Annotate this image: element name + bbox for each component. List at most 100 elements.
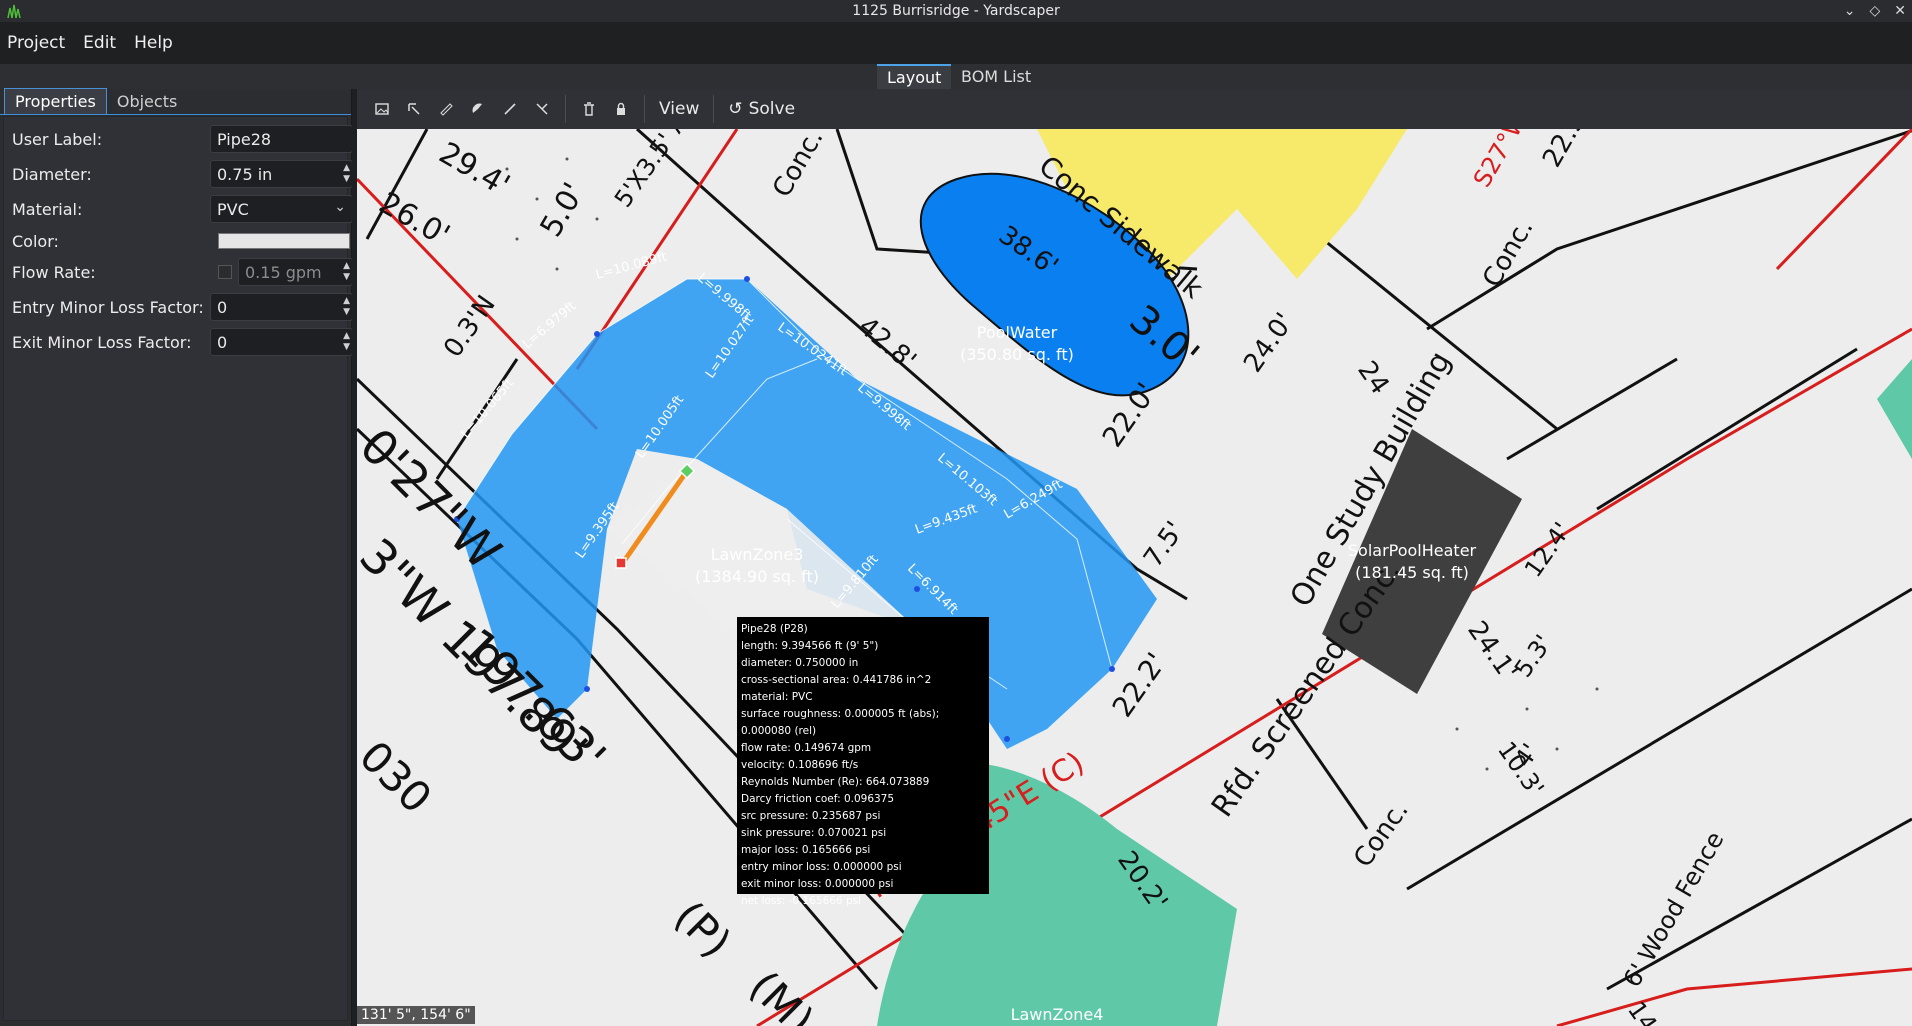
solve-button[interactable]: ↺ Solve <box>722 99 801 119</box>
spin-arrows-icon[interactable]: ▲ ▼ <box>343 163 350 185</box>
tooltip-line: major loss: 0.165666 psi <box>741 844 871 856</box>
toolbar-separator <box>713 95 715 123</box>
svg-text:5'X3.5' A/C: 5'X3.5' A/C <box>609 129 708 212</box>
entry-minor-loss-spinbox[interactable]: 0 ▲ ▼ <box>210 293 353 321</box>
exit-minor-loss-spinbox[interactable]: 0 ▲ ▼ <box>210 328 353 356</box>
svg-text:5.0': 5.0' <box>534 177 592 243</box>
svg-text:(P): (P) <box>665 891 741 967</box>
svg-text:LawnZone3: LawnZone3 <box>711 545 804 564</box>
split-pipe-icon[interactable] <box>527 94 557 124</box>
svg-text:Conc.: Conc. <box>1348 796 1415 873</box>
user-label-input[interactable]: Pipe28 <box>210 125 353 153</box>
trash-icon[interactable] <box>574 94 604 124</box>
svg-text:LawnZone4: LawnZone4 <box>1011 1005 1104 1024</box>
tab-properties[interactable]: Properties <box>4 88 107 114</box>
tooltip-line: exit minor loss: 0.000000 psi <box>741 878 894 890</box>
layout-canvas[interactable]: 26.0' 29.4' 5.0' 5'X3.5' A/C Conc. 38.6'… <box>357 129 1912 1026</box>
material-value: PVC <box>217 199 249 219</box>
svg-text:29.4': 29.4' <box>433 136 515 204</box>
refresh-icon: ↺ <box>728 99 743 119</box>
color-swatch-button[interactable] <box>218 233 350 249</box>
app-grass-icon <box>7 4 21 19</box>
tooltip-line: Pipe28 (P28) <box>741 623 808 635</box>
sprinkler-icon[interactable] <box>463 94 493 124</box>
measure-icon[interactable] <box>431 94 461 124</box>
tooltip-line: net loss: -0.165666 psi <box>741 895 862 907</box>
svg-text:PoolWater: PoolWater <box>977 323 1058 342</box>
close-icon[interactable]: ✕ <box>1894 3 1906 19</box>
properties-panel: Properties Objects User Label: Pipe28 Di… <box>0 88 353 1026</box>
green-zone-edge[interactable] <box>1877 359 1912 459</box>
svg-text:14: 14 <box>1622 996 1662 1026</box>
pipe-info-tooltip: Pipe28 (P28) length: 9.394566 ft (9' 5")… <box>737 617 989 907</box>
svg-text:S27°W: S27°W <box>1468 129 1533 192</box>
tooltip-line: surface roughness: 0.000005 ft (abs); 0.… <box>741 708 940 737</box>
flow-rate-label: Flow Rate: <box>12 262 96 282</box>
spin-arrows-icon[interactable]: ▲ ▼ <box>343 331 350 353</box>
lock-icon[interactable] <box>606 94 636 124</box>
diameter-value: 0.75 in <box>217 164 273 184</box>
svg-text:12.4': 12.4' <box>1519 517 1576 582</box>
svg-text:L=6.979ft: L=6.979ft <box>520 299 579 352</box>
exit-minor-loss-value: 0 <box>217 332 228 352</box>
cursor-coordinates: 131' 5", 154' 6" <box>357 1006 475 1024</box>
svg-text:(350.80 sq. ft): (350.80 sq. ft) <box>960 345 1074 364</box>
menu-project[interactable]: Project <box>7 33 65 53</box>
tooltip-line: sink pressure: 0.070021 psi <box>741 827 887 839</box>
exit-minor-loss-label: Exit Minor Loss Factor: <box>12 332 192 352</box>
tab-objects[interactable]: Objects <box>107 89 187 114</box>
minimize-icon[interactable]: ⌄ <box>1844 3 1856 19</box>
window-title: 1125 Burrisridge - Yardscaper <box>852 3 1060 19</box>
tooltip-line: cross-sectional area: 0.441786 in^2 <box>741 674 932 686</box>
spin-arrows-icon[interactable]: ▲ ▼ <box>343 261 350 283</box>
svg-text:22.5': 22.5' <box>1537 129 1596 173</box>
tooltip-line: length: 9.394566 ft (9' 5") <box>741 640 879 652</box>
flow-rate-value: 0.15 gpm <box>245 262 322 282</box>
svg-text:26.0': 26.0' <box>373 186 455 254</box>
tooltip-line: flow rate: 0.149674 gpm <box>741 742 872 754</box>
main-tab-bar: Layout BOM List <box>0 64 1912 89</box>
diameter-label: Diameter: <box>12 164 92 184</box>
menu-bar: Project Edit Help <box>0 22 1912 64</box>
maximize-icon[interactable]: ◇ <box>1869 3 1880 19</box>
diameter-spinbox[interactable]: 0.75 in ▲ ▼ <box>210 160 353 188</box>
svg-text:24.0': 24.0' <box>1238 308 1300 378</box>
svg-text:0.3'N: 0.3'N <box>438 290 502 363</box>
svg-text:6' Wood Fence: 6' Wood Fence <box>1618 827 1729 992</box>
pipe-end-handle-red[interactable] <box>615 557 627 569</box>
select-region-icon[interactable] <box>399 94 429 124</box>
svg-text:5.3': 5.3' <box>1509 630 1558 683</box>
svg-text:L=10.065ft: L=10.065ft <box>459 376 517 442</box>
line-icon[interactable] <box>495 94 525 124</box>
material-label: Material: <box>12 199 83 219</box>
tooltip-line: Reynolds Number (Re): 664.073889 <box>741 776 930 788</box>
svg-text:SolarPoolHeater: SolarPoolHeater <box>1348 541 1477 560</box>
entry-minor-loss-label: Entry Minor Loss Factor: <box>12 297 204 317</box>
image-icon[interactable] <box>367 94 397 124</box>
color-label: Color: <box>12 231 59 251</box>
tooltip-line: material: PVC <box>741 691 813 703</box>
menu-edit[interactable]: Edit <box>83 33 116 53</box>
material-select[interactable]: PVC ⌄ <box>210 195 353 223</box>
svg-text:L=10.089ft: L=10.089ft <box>594 249 668 282</box>
tooltip-line: src pressure: 0.235687 psi <box>741 810 881 822</box>
svg-text:(1384.90 sq. ft): (1384.90 sq. ft) <box>695 567 819 586</box>
tooltip-line: entry minor loss: 0.000000 psi <box>741 861 902 873</box>
toolbar-separator <box>644 95 645 123</box>
svg-text:Conc.: Conc. <box>1477 214 1540 292</box>
toolbar-separator <box>565 95 566 123</box>
spin-arrows-icon[interactable]: ▲ ▼ <box>343 296 350 318</box>
title-bar: 1125 Burrisridge - Yardscaper ⌄ ◇ ✕ <box>0 0 1912 22</box>
tooltip-line: diameter: 0.750000 in <box>741 657 859 669</box>
entry-minor-loss-value: 0 <box>217 297 228 317</box>
svg-text:7.5': 7.5' <box>1138 516 1190 573</box>
layout-toolbar: View ↺ Solve <box>357 89 1912 129</box>
flow-rate-checkbox[interactable] <box>218 265 232 279</box>
site-plan[interactable]: 26.0' 29.4' 5.0' 5'X3.5' A/C Conc. 38.6'… <box>357 129 1912 1026</box>
view-button[interactable]: View <box>653 99 705 119</box>
svg-text:42.8': 42.8' <box>853 311 922 376</box>
tab-layout[interactable]: Layout <box>877 64 952 89</box>
flow-rate-spinbox[interactable]: 0.15 gpm ▲ ▼ <box>238 258 353 286</box>
tab-bom-list[interactable]: BOM List <box>951 64 1041 89</box>
menu-help[interactable]: Help <box>134 33 173 53</box>
